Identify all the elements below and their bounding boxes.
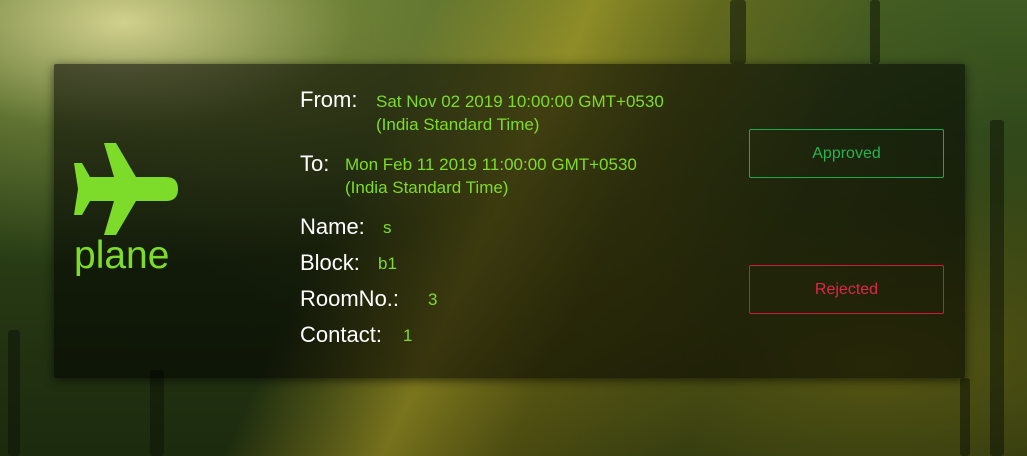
- tree-trunk: [990, 120, 1004, 456]
- rejected-button[interactable]: Rejected: [749, 265, 944, 314]
- name-label: Name:: [300, 214, 365, 239]
- block-value: b1: [378, 254, 397, 273]
- tree-trunk: [150, 370, 164, 456]
- contact-label: Contact:: [300, 322, 382, 347]
- from-value-line2: (India Standard Time): [376, 115, 540, 134]
- to-value-line1: Mon Feb 11 2019 11:00:00 GMT+0530: [345, 155, 637, 174]
- from-label: From:: [300, 87, 358, 112]
- tree-trunk: [870, 0, 880, 64]
- name-value: s: [383, 218, 392, 237]
- plane-icon: [74, 143, 178, 235]
- to-label: To:: [300, 151, 330, 176]
- room-value: 3: [428, 290, 438, 309]
- from-value: Sat Nov 02 2019 10:00:00 GMT+0530 (India…: [376, 90, 664, 136]
- to-value: Mon Feb 11 2019 11:00:00 GMT+0530 (India…: [345, 153, 637, 199]
- block-label: Block:: [300, 250, 360, 275]
- approved-button[interactable]: Approved: [749, 129, 944, 178]
- from-value-line1: Sat Nov 02 2019 10:00:00 GMT+0530: [376, 92, 664, 111]
- to-value-line2: (India Standard Time): [345, 178, 509, 197]
- vehicle-icon-container: [74, 143, 178, 235]
- tree-trunk: [730, 0, 746, 64]
- tree-trunk: [8, 330, 20, 456]
- vehicle-type-label: plane: [74, 234, 170, 277]
- contact-value: 1: [403, 326, 413, 345]
- tree-trunk: [960, 378, 970, 456]
- room-label: RoomNo.:: [300, 286, 400, 311]
